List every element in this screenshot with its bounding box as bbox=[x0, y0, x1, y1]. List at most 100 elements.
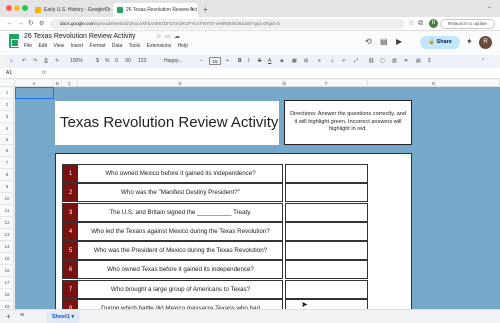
row-header[interactable]: 13 bbox=[0, 229, 14, 241]
row-header[interactable]: 5 bbox=[0, 135, 14, 145]
title-cell[interactable]: Texas Revolution Review Activity bbox=[55, 101, 279, 145]
align-horizontal-icon[interactable]: ≡ bbox=[318, 55, 321, 67]
answer-cell[interactable] bbox=[285, 183, 368, 202]
bold-button[interactable]: B bbox=[238, 55, 242, 67]
all-sheets-button[interactable]: ≡ bbox=[20, 312, 24, 319]
strikethrough-button[interactable]: S bbox=[258, 55, 261, 67]
tab-close-icon[interactable]: × bbox=[103, 3, 107, 17]
font-size-decrease[interactable]: − bbox=[200, 55, 203, 67]
extensions-icon[interactable]: ⧉ bbox=[418, 19, 423, 29]
text-rotate-icon[interactable]: ⤢ bbox=[354, 55, 358, 67]
fill-color-icon[interactable]: ◈ bbox=[280, 55, 284, 67]
column-header[interactable]: G bbox=[368, 80, 500, 87]
font-size-input[interactable]: 15 bbox=[209, 57, 221, 65]
functions-icon[interactable]: Σ bbox=[428, 55, 431, 67]
decrease-decimal-button[interactable]: .0 bbox=[114, 55, 118, 67]
close-window-dot[interactable] bbox=[6, 5, 12, 11]
gemini-icon[interactable]: ✦ bbox=[466, 37, 473, 46]
row-header[interactable]: 12 bbox=[0, 217, 14, 229]
column-header[interactable]: D bbox=[78, 80, 283, 87]
row-header[interactable]: 17 bbox=[0, 277, 14, 289]
number-format-button[interactable]: 123 bbox=[138, 55, 146, 67]
column-header[interactable]: F bbox=[286, 80, 368, 87]
zoom-window-dot[interactable] bbox=[22, 5, 28, 11]
menu-file[interactable]: File bbox=[24, 43, 32, 49]
share-button[interactable]: 🔒 Share bbox=[420, 36, 460, 49]
search-menus-icon[interactable]: ⌕ bbox=[10, 55, 13, 67]
zoom-select[interactable]: 100% bbox=[70, 55, 83, 67]
column-header[interactable]: A bbox=[15, 80, 54, 87]
menu-insert[interactable]: Insert bbox=[71, 43, 84, 49]
comment-icon[interactable]: ▤ bbox=[380, 37, 388, 46]
print-icon[interactable]: ⎙ bbox=[44, 55, 48, 67]
column-header[interactable]: B bbox=[54, 80, 62, 87]
star-icon[interactable]: ☆ bbox=[408, 19, 414, 29]
answer-cell[interactable] bbox=[285, 260, 368, 279]
row-header[interactable]: 11 bbox=[0, 205, 14, 217]
redo-icon[interactable]: ↷ bbox=[33, 55, 37, 67]
back-arrow-icon[interactable]: ← bbox=[6, 19, 13, 29]
reload-icon[interactable]: ↻ bbox=[28, 19, 34, 29]
row-header[interactable]: 7 bbox=[0, 157, 14, 169]
row-header[interactable]: 3 bbox=[0, 111, 14, 123]
merge-cells-icon[interactable]: ⊞ bbox=[304, 55, 308, 67]
increase-decimal-button[interactable]: .00 bbox=[124, 55, 131, 67]
column-header[interactable]: C bbox=[62, 80, 78, 87]
answer-cell[interactable] bbox=[285, 280, 368, 299]
answer-cell[interactable] bbox=[285, 164, 368, 183]
row-header[interactable]: 9 bbox=[0, 181, 14, 193]
collapse-toolbar-icon[interactable]: ⌃ bbox=[481, 55, 485, 67]
history-icon[interactable]: ⟲ bbox=[365, 37, 372, 46]
new-tab-button[interactable]: + bbox=[203, 3, 208, 17]
sheet-tab-sheet1[interactable]: Sheet1 ▾ bbox=[46, 311, 80, 323]
insert-chart-icon[interactable]: ▥ bbox=[392, 55, 397, 67]
menu-edit[interactable]: Edit bbox=[38, 43, 47, 49]
undo-icon[interactable]: ↶ bbox=[22, 55, 26, 67]
forward-arrow-icon[interactable]: → bbox=[17, 19, 24, 29]
font-size-increase[interactable]: + bbox=[226, 55, 229, 67]
site-info-icon[interactable]: ⚙ bbox=[39, 19, 44, 29]
align-vertical-icon[interactable]: ⊥ bbox=[330, 55, 334, 67]
video-call-icon[interactable]: ▶ bbox=[396, 37, 402, 46]
menu-format[interactable]: Format bbox=[90, 43, 106, 49]
browser-tab-drive[interactable]: Early U.S. History - Google Dr × bbox=[31, 3, 111, 17]
selected-cell-a1[interactable] bbox=[15, 87, 54, 99]
currency-format-button[interactable]: $ bbox=[96, 55, 99, 67]
add-sheet-button[interactable]: + bbox=[6, 312, 11, 321]
chevron-down-icon[interactable]: ⌄ bbox=[487, 3, 492, 10]
row-header[interactable]: 18 bbox=[0, 289, 14, 301]
borders-icon[interactable]: ▦ bbox=[292, 55, 297, 67]
answer-cell[interactable] bbox=[285, 222, 368, 241]
filter-icon[interactable]: ⏷ bbox=[404, 55, 408, 67]
row-header[interactable]: 16 bbox=[0, 265, 14, 277]
menu-view[interactable]: View bbox=[53, 43, 64, 49]
paint-format-icon[interactable]: ✎ bbox=[55, 55, 59, 67]
profile-avatar[interactable]: R bbox=[429, 19, 438, 28]
filter-views-icon[interactable]: ▤ bbox=[416, 55, 421, 67]
minimize-window-dot[interactable] bbox=[14, 5, 20, 11]
url-field[interactable]: docs.google.com/spreadsheets/d/1NuceXlrl… bbox=[50, 19, 405, 29]
sheets-logo-icon[interactable] bbox=[9, 34, 19, 48]
menu-help[interactable]: Help bbox=[178, 43, 188, 49]
move-folder-icon[interactable]: ▭ bbox=[165, 33, 171, 40]
row-header[interactable]: 1 bbox=[0, 87, 14, 99]
row-header[interactable]: 15 bbox=[0, 253, 14, 265]
name-box[interactable]: A1 bbox=[6, 68, 12, 79]
answer-cell[interactable] bbox=[285, 241, 368, 260]
select-all-corner[interactable] bbox=[0, 80, 15, 87]
row-header[interactable]: 14 bbox=[0, 241, 14, 253]
text-wrap-icon[interactable]: ↵ bbox=[342, 55, 346, 67]
answer-cell[interactable] bbox=[285, 203, 368, 222]
star-icon[interactable]: ☆ bbox=[156, 33, 161, 40]
row-header[interactable]: 8 bbox=[0, 169, 14, 181]
row-header[interactable]: 4 bbox=[0, 123, 14, 135]
row-header[interactable]: 6 bbox=[0, 145, 14, 157]
percent-format-button[interactable]: % bbox=[105, 55, 109, 67]
browser-tab-sheet[interactable]: 26 Texas Revolution Review Act × bbox=[113, 3, 198, 17]
tab-close-icon[interactable]: × bbox=[190, 3, 194, 17]
relaunch-button[interactable]: Relaunch to update bbox=[440, 19, 495, 29]
italic-button[interactable]: I bbox=[248, 55, 249, 67]
row-header[interactable]: 2 bbox=[0, 99, 14, 111]
insert-link-icon[interactable]: ⛓ bbox=[368, 55, 374, 67]
menu-tools[interactable]: Tools bbox=[129, 43, 141, 49]
